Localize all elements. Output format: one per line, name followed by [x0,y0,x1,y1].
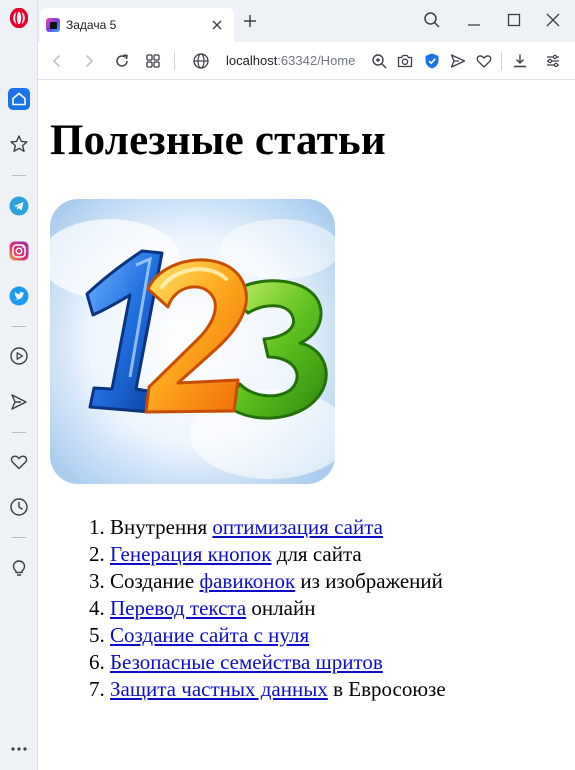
toolbar-divider [501,52,502,70]
new-tab-icon[interactable] [241,12,259,30]
webstorm-favicon-icon [46,18,60,32]
add-bookmark-heart-icon[interactable] [474,51,494,71]
articles-list: Внутрення оптимизация сайта Генерация кн… [110,514,446,703]
sidebar-divider [12,326,26,327]
address-bar[interactable]: localhost:63342/Home [226,51,363,71]
page-content: Полезные статьи 1. Внутрення оптимизация… [38,80,575,770]
list-item: Защита частных данных в Евросоюзе [110,676,446,703]
item-text: Внутрення [110,515,213,539]
item-text: онлайн [246,596,316,620]
numbers-123-image [50,199,335,484]
item-text: в Евросоюзе [327,677,446,701]
home-icon[interactable] [0,84,38,114]
twitter-icon[interactable] [0,281,38,311]
title-bar: Задача 5 [38,0,575,42]
instagram-icon[interactable] [0,236,38,266]
zoom-icon[interactable] [369,51,389,71]
list-item: Создание сайта с нуля [110,622,446,649]
share-send-icon[interactable] [448,51,468,71]
page-heading: Полезные статьи [50,117,386,164]
tab-active[interactable]: Задача 5 [40,8,234,42]
article-link[interactable]: Защита частных данных [110,677,328,701]
downloads-icon[interactable] [510,51,530,71]
sidebar-divider [12,175,26,176]
list-item: Перевод текста онлайн [110,595,446,622]
easy-setup-icon[interactable] [543,51,563,71]
article-link[interactable]: Генерация кнопок [110,542,272,566]
speed-dial-icon[interactable] [143,51,163,71]
more-icon[interactable] [0,734,38,764]
player-icon[interactable] [0,341,38,371]
lightbulb-icon[interactable] [0,553,38,583]
heart-icon[interactable] [0,447,38,477]
address-toolbar: localhost:63342/Home [38,42,575,80]
send-icon[interactable] [0,387,38,417]
article-link[interactable]: оптимизация сайта [212,515,383,539]
snapshot-camera-icon[interactable] [395,51,415,71]
ad-blocker-shield-icon[interactable] [422,51,442,71]
opera-menu-icon[interactable] [0,3,38,33]
sidebar-divider [12,432,26,433]
article-link[interactable]: Создание сайта с нуля [110,623,309,647]
toolbar-divider [174,52,175,70]
url-path: :63342/Home [277,53,356,68]
article-link[interactable]: Безопасные семейства шритов [110,650,383,674]
item-text: из изображений [295,569,443,593]
minimize-icon[interactable] [464,10,486,30]
history-icon[interactable] [0,492,38,522]
list-item: Безопасные семейства шритов [110,649,446,676]
list-item: Внутрення оптимизация сайта [110,514,446,541]
site-info-globe-icon[interactable] [191,51,211,71]
item-text: для сайта [271,542,362,566]
tab-title: Задача 5 [66,18,117,32]
tab-close-icon[interactable] [208,16,226,34]
telegram-icon[interactable] [0,191,38,221]
back-icon[interactable] [47,51,67,71]
search-tabs-icon[interactable] [422,10,444,30]
maximize-icon[interactable] [504,10,526,30]
url-host: localhost [226,53,278,68]
browser-sidebar [0,0,38,770]
article-link[interactable]: Перевод текста [110,596,246,620]
close-window-icon[interactable] [543,10,565,30]
item-text: Создание [110,569,200,593]
list-item: Генерация кнопок для сайта [110,541,446,568]
article-link[interactable]: фавиконок [199,569,295,593]
forward-icon[interactable] [79,51,99,71]
sidebar-divider [12,537,26,538]
reload-icon[interactable] [112,51,132,71]
list-item: Создание фавиконок из изображений [110,568,446,595]
bookmarks-icon[interactable] [0,129,38,159]
